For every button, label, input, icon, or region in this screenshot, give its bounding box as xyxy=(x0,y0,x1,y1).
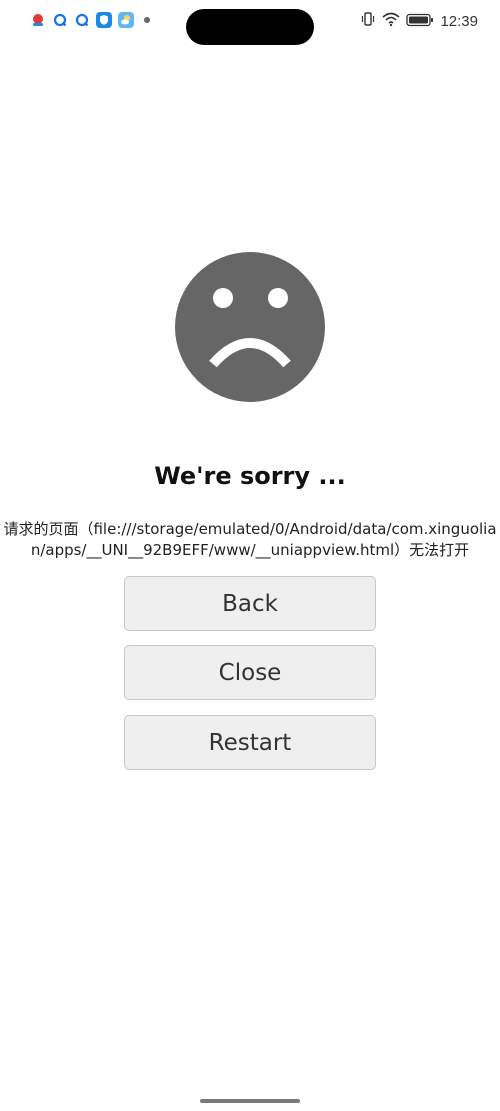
system-icons: 12:39 xyxy=(360,11,478,31)
restart-button[interactable]: Restart xyxy=(124,715,376,770)
close-button[interactable]: Close xyxy=(124,645,376,700)
weather-icon xyxy=(118,12,134,28)
status-bar: 12:39 xyxy=(0,0,500,45)
more-dot-icon xyxy=(144,17,150,23)
camera-cutout xyxy=(186,9,314,45)
qq-icon xyxy=(52,12,68,28)
wifi-icon xyxy=(382,11,400,31)
app-bell-icon xyxy=(30,12,46,28)
notification-icons xyxy=(30,12,150,28)
error-message: 请求的页面（file:///storage/emulated/0/Android… xyxy=(3,520,497,559)
error-page: 12:39 We're sorry ... 请求的页面（file:///stor… xyxy=(0,0,500,1111)
back-button[interactable]: Back xyxy=(124,576,376,631)
status-time: 12:39 xyxy=(440,12,478,30)
home-indicator[interactable] xyxy=(200,1099,300,1103)
battery-icon xyxy=(406,12,434,31)
shield-app-icon xyxy=(96,12,112,28)
qq-icon xyxy=(74,12,90,28)
vibrate-icon xyxy=(360,11,376,31)
sad-face-icon xyxy=(175,252,325,402)
error-title: We're sorry ... xyxy=(154,462,346,490)
